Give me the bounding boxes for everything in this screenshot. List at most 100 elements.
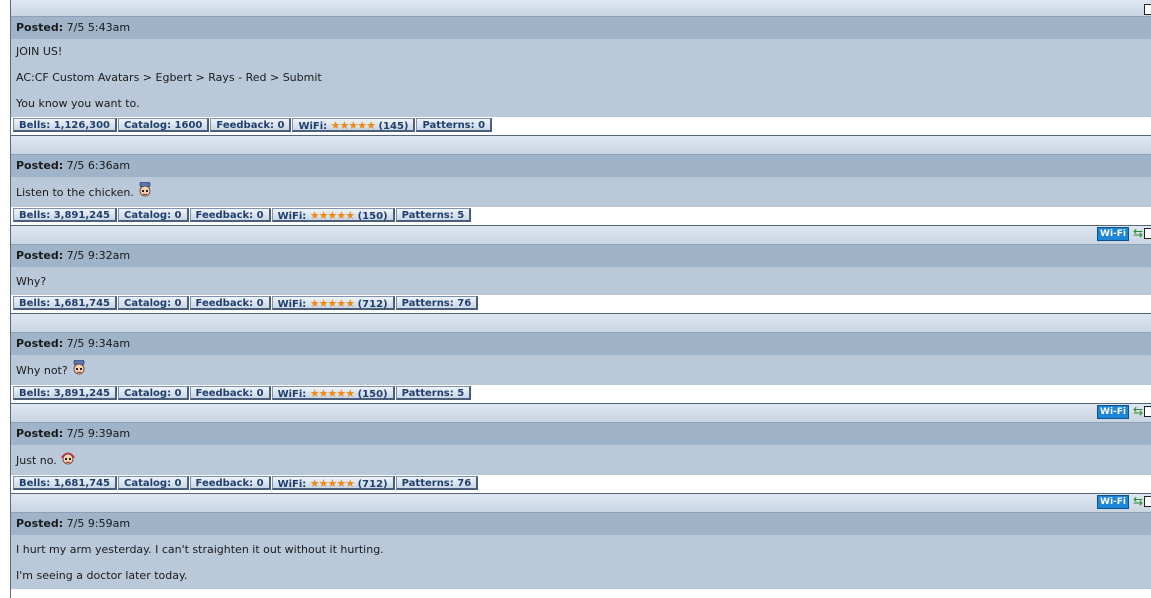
post-header: Posted: 7/5 5:43am (11, 17, 1151, 39)
edge-icon (1144, 228, 1151, 239)
message-line: AC:CF Custom Avatars > Egbert > Rays - R… (16, 65, 1146, 91)
wifi-label: WiFi: (277, 299, 310, 310)
patterns-stat-button[interactable]: Patterns: 76 (395, 296, 479, 310)
wifi-rating-button[interactable]: WiFi: ★★★★★ (712) (271, 296, 395, 310)
edge-icon (1144, 406, 1151, 417)
post-time: 7/5 9:34am (66, 337, 131, 350)
edge-icon (1144, 496, 1151, 507)
wifi-label: WiFi: (298, 121, 331, 132)
stats-bar: Bells: 3,891,245 Catalog: 0 Feedback: 0 WiF… (11, 207, 1151, 225)
wifi-label: WiFi: (277, 389, 310, 400)
post: Posted: 7/5 9:32am Why? Bells: 1,681,745… (11, 245, 1151, 313)
feedback-stat-button[interactable]: Feedback: 0 (189, 208, 271, 222)
wifi-label: WiFi: (277, 479, 310, 490)
post: Posted: 7/5 5:43am JOIN US! AC:CF Custom … (11, 17, 1151, 135)
post-header: Posted: 7/5 9:39am (11, 423, 1151, 445)
patterns-stat-button[interactable]: Patterns: 5 (395, 208, 472, 222)
message-text: JOIN US! (16, 45, 63, 58)
posted-label: Posted: (16, 159, 64, 172)
post-time: 7/5 5:43am (66, 21, 131, 34)
sync-icon[interactable]: ⇆ (1133, 494, 1143, 508)
message-text: You know you want to. (16, 97, 140, 110)
wifi-count: (712) (354, 299, 388, 310)
post-top-bar: Wi-Fi ⇆ (11, 403, 1151, 423)
post-top-bar (11, 313, 1151, 333)
chef-avatar-icon (71, 360, 87, 376)
post-body: Why? (11, 267, 1151, 295)
star-rating-icon: ★★★★★ (330, 119, 376, 132)
post-body: Why not? (11, 355, 1151, 385)
message-text: Why not? (16, 364, 68, 377)
wifi-rating-button[interactable]: WiFi: ★★★★★ (150) (271, 386, 395, 400)
post-time: 7/5 6:36am (66, 159, 131, 172)
catalog-stat-button[interactable]: Catalog: 0 (118, 476, 189, 490)
bells-stat-button[interactable]: Bells: 1,126,300 (13, 118, 117, 132)
stats-bar: Bells: 1,681,745 Catalog: 0 Feedback: 0 WiF… (11, 295, 1151, 313)
patterns-stat-button[interactable]: Patterns: 76 (395, 476, 479, 490)
message-text: I hurt my arm yesterday. I can't straigh… (16, 543, 384, 556)
message-line: Why? (16, 269, 1146, 295)
catalog-stat-button[interactable]: Catalog: 0 (118, 296, 189, 310)
bells-stat-button[interactable]: Bells: 3,891,245 (13, 386, 117, 400)
bells-stat-button[interactable]: Bells: 1,681,745 (13, 476, 117, 490)
feedback-stat-button[interactable]: Feedback: 0 (189, 386, 271, 400)
post-header: Posted: 7/5 9:59am (11, 513, 1151, 535)
star-rating-icon: ★★★★★ (309, 477, 355, 490)
sync-icon[interactable]: ⇆ (1133, 404, 1143, 418)
post-header: Posted: 7/5 6:36am (11, 155, 1151, 177)
posted-label: Posted: (16, 427, 64, 440)
post-top-bar (11, 0, 1151, 17)
post-top-bar: Wi-Fi ⇆ (11, 225, 1151, 245)
bells-stat-button[interactable]: Bells: 1,681,745 (13, 296, 117, 310)
wifi-count: (145) (374, 121, 409, 132)
patterns-stat-button[interactable]: Patterns: 0 (416, 118, 493, 132)
stats-bar: Bells: 3,891,245 Catalog: 0 Feedback: 0 WiF… (11, 385, 1151, 403)
star-rating-icon: ★★★★★ (309, 209, 355, 222)
message-line: Just no. (16, 447, 1146, 475)
feedback-stat-button[interactable]: Feedback: 0 (189, 476, 271, 490)
post-header: Posted: 7/5 9:34am (11, 333, 1151, 355)
post: Posted: 7/5 6:36am Listen to the chicken… (11, 155, 1151, 225)
wifi-rating-button[interactable]: WiFi: ★★★★★ (150) (271, 208, 395, 222)
message-text: Listen to the chicken. (16, 186, 134, 199)
catalog-stat-button[interactable]: Catalog: 1600 (118, 118, 210, 132)
post: Posted: 7/5 9:59am I hurt my arm yesterd… (11, 513, 1151, 589)
message-text: I'm seeing a doctor later today. (16, 569, 188, 582)
edge-icon (1144, 4, 1151, 15)
post-header: Posted: 7/5 9:32am (11, 245, 1151, 267)
wifi-badge-icon[interactable]: Wi-Fi (1097, 227, 1129, 241)
posted-label: Posted: (16, 337, 64, 350)
stats-bar: Bells: 1,126,300 Catalog: 1600 Feedback: 0… (11, 117, 1151, 135)
post-body: I hurt my arm yesterday. I can't straigh… (11, 535, 1151, 589)
message-line: I'm seeing a doctor later today. (16, 563, 1146, 589)
message-text: AC:CF Custom Avatars > Egbert > Rays - R… (16, 71, 322, 84)
red-hair-avatar-icon (60, 450, 76, 466)
wifi-badge-icon[interactable]: Wi-Fi (1097, 405, 1129, 419)
post-time: 7/5 9:32am (66, 249, 131, 262)
feedback-stat-button[interactable]: Feedback: 0 (210, 118, 292, 132)
feedback-stat-button[interactable]: Feedback: 0 (189, 296, 271, 310)
wifi-count: (150) (354, 389, 388, 400)
patterns-stat-button[interactable]: Patterns: 5 (395, 386, 472, 400)
wifi-count: (150) (354, 211, 388, 222)
wifi-rating-button[interactable]: WiFi: ★★★★★ (712) (271, 476, 395, 490)
post-top-bar (11, 135, 1151, 155)
catalog-stat-button[interactable]: Catalog: 0 (118, 208, 189, 222)
star-rating-icon: ★★★★★ (309, 387, 355, 400)
message-line: I hurt my arm yesterday. I can't straigh… (16, 537, 1146, 563)
chef-avatar-icon (137, 182, 153, 198)
sync-icon[interactable]: ⇆ (1133, 226, 1143, 240)
wifi-rating-button[interactable]: WiFi: ★★★★★ (145) (292, 118, 416, 132)
posted-label: Posted: (16, 517, 64, 530)
bells-stat-button[interactable]: Bells: 3,891,245 (13, 208, 117, 222)
wifi-badge-icon[interactable]: Wi-Fi (1097, 495, 1129, 509)
star-rating-icon: ★★★★★ (309, 297, 355, 310)
message-line: You know you want to. (16, 91, 1146, 117)
message-line: Why not? (16, 357, 1146, 385)
message-text: Just no. (16, 454, 57, 467)
post-time: 7/5 9:39am (66, 427, 131, 440)
message-line: Listen to the chicken. (16, 179, 1146, 207)
wifi-count: (712) (354, 479, 388, 490)
catalog-stat-button[interactable]: Catalog: 0 (118, 386, 189, 400)
posted-label: Posted: (16, 21, 64, 34)
